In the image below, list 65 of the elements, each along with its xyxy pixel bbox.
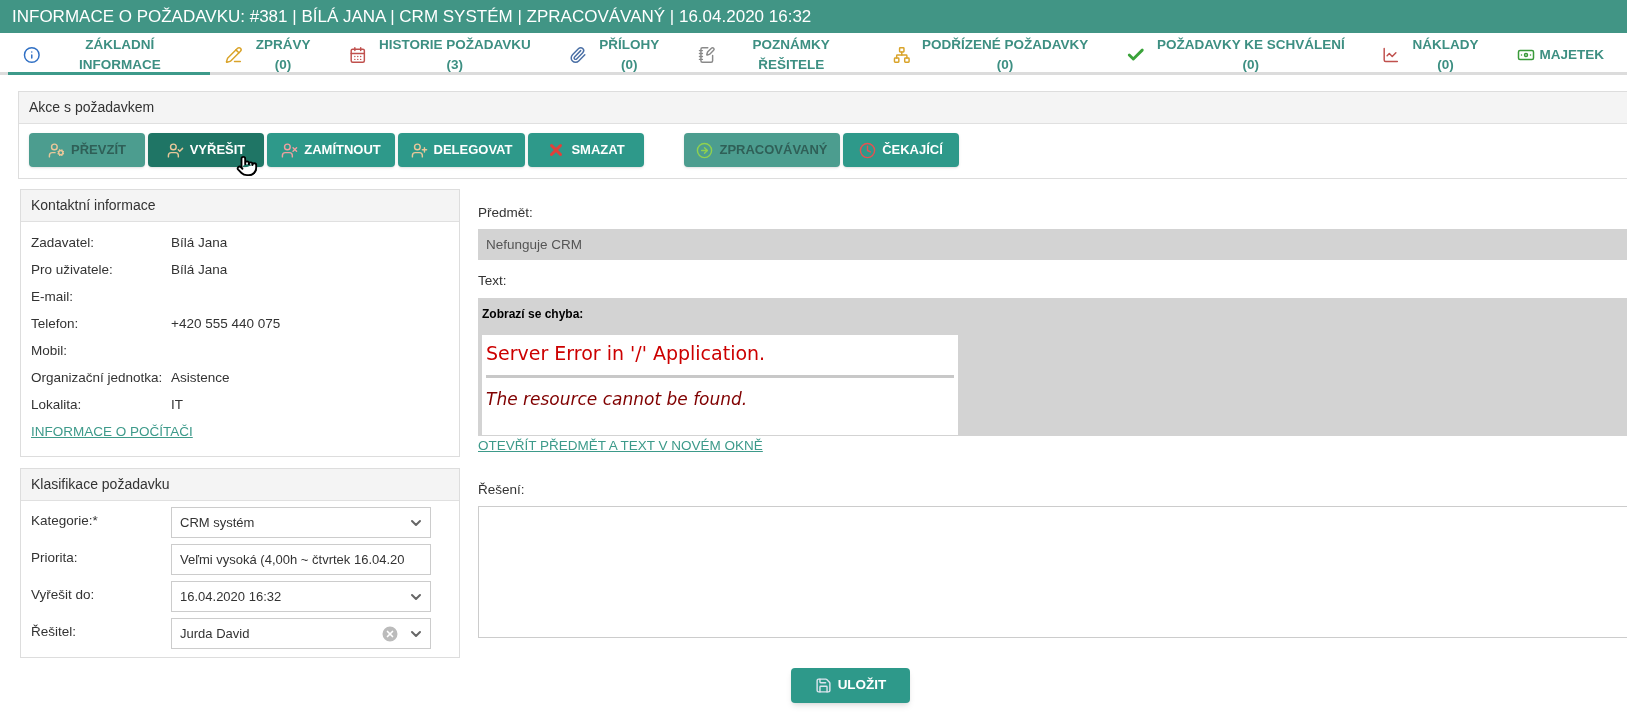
open-new-window-link[interactable]: OTEVŘÍT PŘEDMĚT A TEXT V NOVÉM OKNĚ	[478, 435, 763, 456]
field-value: +420 555 440 075	[171, 315, 281, 334]
tab[interactable]: NÁKLADY (0)	[1367, 38, 1503, 75]
user-check-icon	[166, 141, 184, 159]
field-label: Předmět:	[478, 204, 534, 222]
panel-title: Klasifikace požadavku	[31, 475, 170, 494]
field-value: IT	[171, 396, 183, 415]
tab[interactable]: MAJETEK	[1502, 38, 1619, 75]
field-label: Priorita:	[31, 549, 79, 567]
text-area[interactable]: Zobrazí se chyba: Server Error in '/' Application. The resource cannot be found.	[478, 297, 1627, 436]
action-button[interactable]: ČEKAJÍCÍ	[843, 133, 959, 167]
line-chart-icon	[1382, 46, 1400, 64]
field-label: Řešení:	[478, 480, 526, 499]
field-label: Řešitel:	[31, 623, 77, 641]
title-bar: INFORMACE O POŽADAVKU: #381 | BÍLÁ JANA | CRM SYSTÉM | ZPRACOVÁVANÝ | 16.04.2020 16:32	[0, 0, 1627, 33]
tab[interactable]: POZNÁMKY ŘEŠITELE	[683, 38, 878, 75]
arrow-circle-icon	[696, 141, 714, 159]
error-heading: Server Error in '/' Application.	[486, 340, 767, 366]
field-label: Kategorie:*	[31, 512, 99, 530]
action-button[interactable]: VYŘEŠIT	[148, 133, 264, 167]
calendar-icon	[349, 46, 368, 64]
pointer-cursor-icon	[236, 155, 258, 177]
select-field[interactable]: 16.04.2020 16:32	[171, 581, 431, 612]
field-label: Telefon:	[31, 315, 80, 334]
field-label: Text:	[478, 272, 508, 291]
tab[interactable]: POŽADAVKY KE SCHVÁLENÍ (0)	[1110, 38, 1368, 75]
clear-icon[interactable]	[380, 623, 400, 644]
computer-info-link[interactable]: INFORMACE O POČÍTAČI	[31, 422, 193, 443]
tab[interactable]: PODŘÍZENÉ POŽADAVKY (0)	[877, 38, 1111, 75]
clock-icon	[859, 141, 877, 159]
field-label: Pro uživatele:	[31, 261, 114, 280]
notepad-icon	[698, 46, 716, 64]
user-plus-icon	[410, 141, 428, 159]
tab[interactable]: PŘÍLOHY (0)	[553, 38, 684, 75]
field-value: Bílá Jana	[171, 261, 228, 280]
panel-title: Kontaktní informace	[31, 196, 156, 215]
subject-field[interactable]: Nefunguje CRM	[478, 229, 1627, 261]
field-label: Mobil:	[31, 342, 68, 361]
field-label: E-mail:	[31, 288, 74, 307]
error-message: The resource cannot be found.	[486, 388, 749, 411]
text-field[interactable]: Veľmi vysoká (4,00h ~ čtvrtek 16.04.20	[171, 544, 431, 575]
field-value: Asistence	[171, 369, 230, 388]
action-button[interactable]: ZAMÍTNOUT	[267, 133, 395, 167]
select-field[interactable]: CRM systém	[171, 507, 431, 538]
field-label: Organizační jednotka:	[31, 369, 164, 388]
user-icon	[48, 141, 66, 159]
pencil-icon	[225, 46, 243, 64]
action-button[interactable]: SMAZAT	[528, 133, 644, 167]
action-button[interactable]: DELEGOVAT	[398, 133, 525, 167]
solution-textarea[interactable]	[478, 506, 1627, 638]
tab[interactable]: ZÁKLADNÍ INFORMACE	[8, 38, 211, 75]
field-label: Vyřešit do:	[31, 586, 96, 604]
save-button[interactable]: ULOŽIT	[791, 668, 910, 703]
field-label: Zadavatel:	[31, 234, 96, 253]
user-cross-icon	[281, 141, 299, 159]
text-intro: Zobrazí se chyba:	[482, 305, 585, 323]
paperclip-icon	[568, 46, 587, 64]
panel-title: Akce s požadavkem	[29, 98, 155, 117]
select-field[interactable]: Jurda David	[171, 618, 431, 649]
field-value: Bílá Jana	[171, 234, 228, 253]
info-icon	[23, 46, 41, 64]
tab[interactable]: HISTORIE POŽADAVKU (3)	[334, 38, 554, 75]
tab[interactable]: ZPRÁVY (0)	[210, 38, 335, 75]
hierarchy-icon	[892, 46, 911, 64]
field-label: Lokalita:	[31, 396, 83, 415]
